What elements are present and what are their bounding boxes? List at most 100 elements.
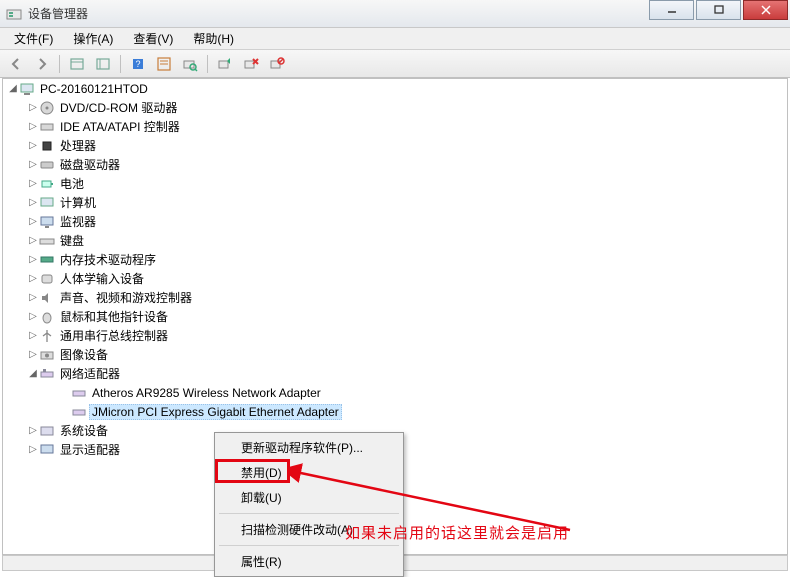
menu-help[interactable]: 帮助(H) xyxy=(183,28,244,49)
tree-label: 处理器 xyxy=(57,136,99,155)
tree-device[interactable]: Atheros AR9285 Wireless Network Adapter xyxy=(3,383,787,402)
forward-button[interactable] xyxy=(30,53,54,75)
keyboard-icon xyxy=(39,233,55,249)
expand-icon[interactable]: ▷ xyxy=(27,444,39,456)
tree-category[interactable]: ▷ 监视器 xyxy=(3,212,787,231)
expand-icon[interactable]: ▷ xyxy=(27,159,39,171)
imaging-icon xyxy=(39,347,55,363)
expand-icon[interactable]: ▷ xyxy=(27,197,39,209)
spacer xyxy=(59,387,71,399)
expand-icon[interactable]: ▷ xyxy=(27,254,39,266)
expand-icon[interactable]: ▷ xyxy=(27,216,39,228)
tree-label: 监视器 xyxy=(57,212,99,231)
tree-label: JMicron PCI Express Gigabit Ethernet Ada… xyxy=(89,404,342,420)
ctx-update-driver[interactable]: 更新驱动程序软件(P)... xyxy=(217,435,401,460)
help-button[interactable]: ? xyxy=(126,53,150,75)
close-button[interactable] xyxy=(743,0,788,20)
tree-category[interactable]: ▷ 磁盘驱动器 xyxy=(3,155,787,174)
back-button[interactable] xyxy=(4,53,28,75)
tree-category-network[interactable]: ◢ 网络适配器 xyxy=(3,364,787,383)
expand-icon[interactable]: ▷ xyxy=(27,330,39,342)
maximize-button[interactable] xyxy=(696,0,741,20)
tree-label: 键盘 xyxy=(57,231,87,250)
tree-label: 图像设备 xyxy=(57,345,111,364)
window-titlebar: 设备管理器 xyxy=(0,0,790,28)
separator xyxy=(219,513,399,514)
expand-icon[interactable]: ▷ xyxy=(27,349,39,361)
update-driver-button[interactable] xyxy=(213,53,237,75)
menu-file[interactable]: 文件(F) xyxy=(4,28,63,49)
minimize-button[interactable] xyxy=(649,0,694,20)
tree-label: 声音、视频和游戏控制器 xyxy=(57,288,195,307)
show-hidden-button[interactable] xyxy=(65,53,89,75)
tree-label: 计算机 xyxy=(57,193,99,212)
hid-icon xyxy=(39,271,55,287)
disk-icon xyxy=(39,157,55,173)
network-adapter-icon xyxy=(71,404,87,420)
disc-icon xyxy=(39,100,55,116)
expand-icon[interactable]: ▷ xyxy=(27,425,39,437)
tree-label: Atheros AR9285 Wireless Network Adapter xyxy=(89,385,324,401)
tree-label: 网络适配器 xyxy=(57,364,123,383)
toolbar: ? xyxy=(0,50,790,78)
toolbar-separator xyxy=(120,55,121,73)
tree-label: 电池 xyxy=(57,174,87,193)
tree-device-selected[interactable]: JMicron PCI Express Gigabit Ethernet Ada… xyxy=(3,402,787,421)
expand-icon[interactable]: ▷ xyxy=(27,311,39,323)
svg-text:?: ? xyxy=(135,59,140,69)
tree-label: 人体学输入设备 xyxy=(57,269,147,288)
battery-icon xyxy=(39,176,55,192)
view-details-button[interactable] xyxy=(91,53,115,75)
scan-hardware-button[interactable] xyxy=(178,53,202,75)
tree-label: 磁盘驱动器 xyxy=(57,155,123,174)
expand-icon[interactable]: ▷ xyxy=(27,178,39,190)
controller-icon xyxy=(39,119,55,135)
tree-category[interactable]: ▷ 内存技术驱动程序 xyxy=(3,250,787,269)
menubar: 文件(F) 操作(A) 查看(V) 帮助(H) xyxy=(0,28,790,50)
expand-icon[interactable]: ▷ xyxy=(27,292,39,304)
separator xyxy=(219,545,399,546)
collapse-icon[interactable]: ◢ xyxy=(7,83,19,95)
tree-category[interactable]: ▷ 电池 xyxy=(3,174,787,193)
tree-root[interactable]: ◢ PC-20160121HTOD xyxy=(3,79,787,98)
tree-category[interactable]: ▷ 处理器 xyxy=(3,136,787,155)
tree-category[interactable]: ▷ 键盘 xyxy=(3,231,787,250)
display-adapter-icon xyxy=(39,442,55,458)
properties-button[interactable] xyxy=(152,53,176,75)
expand-icon[interactable]: ▷ xyxy=(27,140,39,152)
menu-view[interactable]: 查看(V) xyxy=(123,28,183,49)
uninstall-button[interactable] xyxy=(239,53,263,75)
annotation-text: 如果未启用的话这里就会是启用 xyxy=(345,522,569,543)
network-adapter-icon xyxy=(71,385,87,401)
tree-category[interactable]: ▷ 声音、视频和游戏控制器 xyxy=(3,288,787,307)
monitor-icon xyxy=(39,214,55,230)
menu-action[interactable]: 操作(A) xyxy=(63,28,123,49)
tree-category[interactable]: ▷ 图像设备 xyxy=(3,345,787,364)
cpu-icon xyxy=(39,138,55,154)
collapse-icon[interactable]: ◢ xyxy=(27,368,39,380)
tree-category[interactable]: ▷ 通用串行总线控制器 xyxy=(3,326,787,345)
tree-category[interactable]: ▷ 计算机 xyxy=(3,193,787,212)
ctx-properties[interactable]: 属性(R) xyxy=(217,549,401,574)
expand-icon[interactable]: ▷ xyxy=(27,235,39,247)
usb-icon xyxy=(39,328,55,344)
system-icon xyxy=(39,423,55,439)
expand-icon[interactable]: ▷ xyxy=(27,102,39,114)
ctx-disable[interactable]: 禁用(D) xyxy=(217,460,401,485)
memory-icon xyxy=(39,252,55,268)
tree-label: 显示适配器 xyxy=(57,440,123,459)
network-icon xyxy=(39,366,55,382)
disable-button[interactable] xyxy=(265,53,289,75)
expand-icon[interactable]: ▷ xyxy=(27,121,39,133)
tree-label: IDE ATA/ATAPI 控制器 xyxy=(57,117,183,136)
tree-category[interactable]: ▷ IDE ATA/ATAPI 控制器 xyxy=(3,117,787,136)
ctx-uninstall[interactable]: 卸载(U) xyxy=(217,485,401,510)
mouse-icon xyxy=(39,309,55,325)
computer-icon xyxy=(19,81,35,97)
context-menu: 更新驱动程序软件(P)... 禁用(D) 卸载(U) 扫描检测硬件改动(A) 属… xyxy=(214,432,404,577)
tree-label: 系统设备 xyxy=(57,421,111,440)
tree-category[interactable]: ▷ 鼠标和其他指针设备 xyxy=(3,307,787,326)
tree-category[interactable]: ▷ DVD/CD-ROM 驱动器 xyxy=(3,98,787,117)
tree-category[interactable]: ▷ 人体学输入设备 xyxy=(3,269,787,288)
expand-icon[interactable]: ▷ xyxy=(27,273,39,285)
